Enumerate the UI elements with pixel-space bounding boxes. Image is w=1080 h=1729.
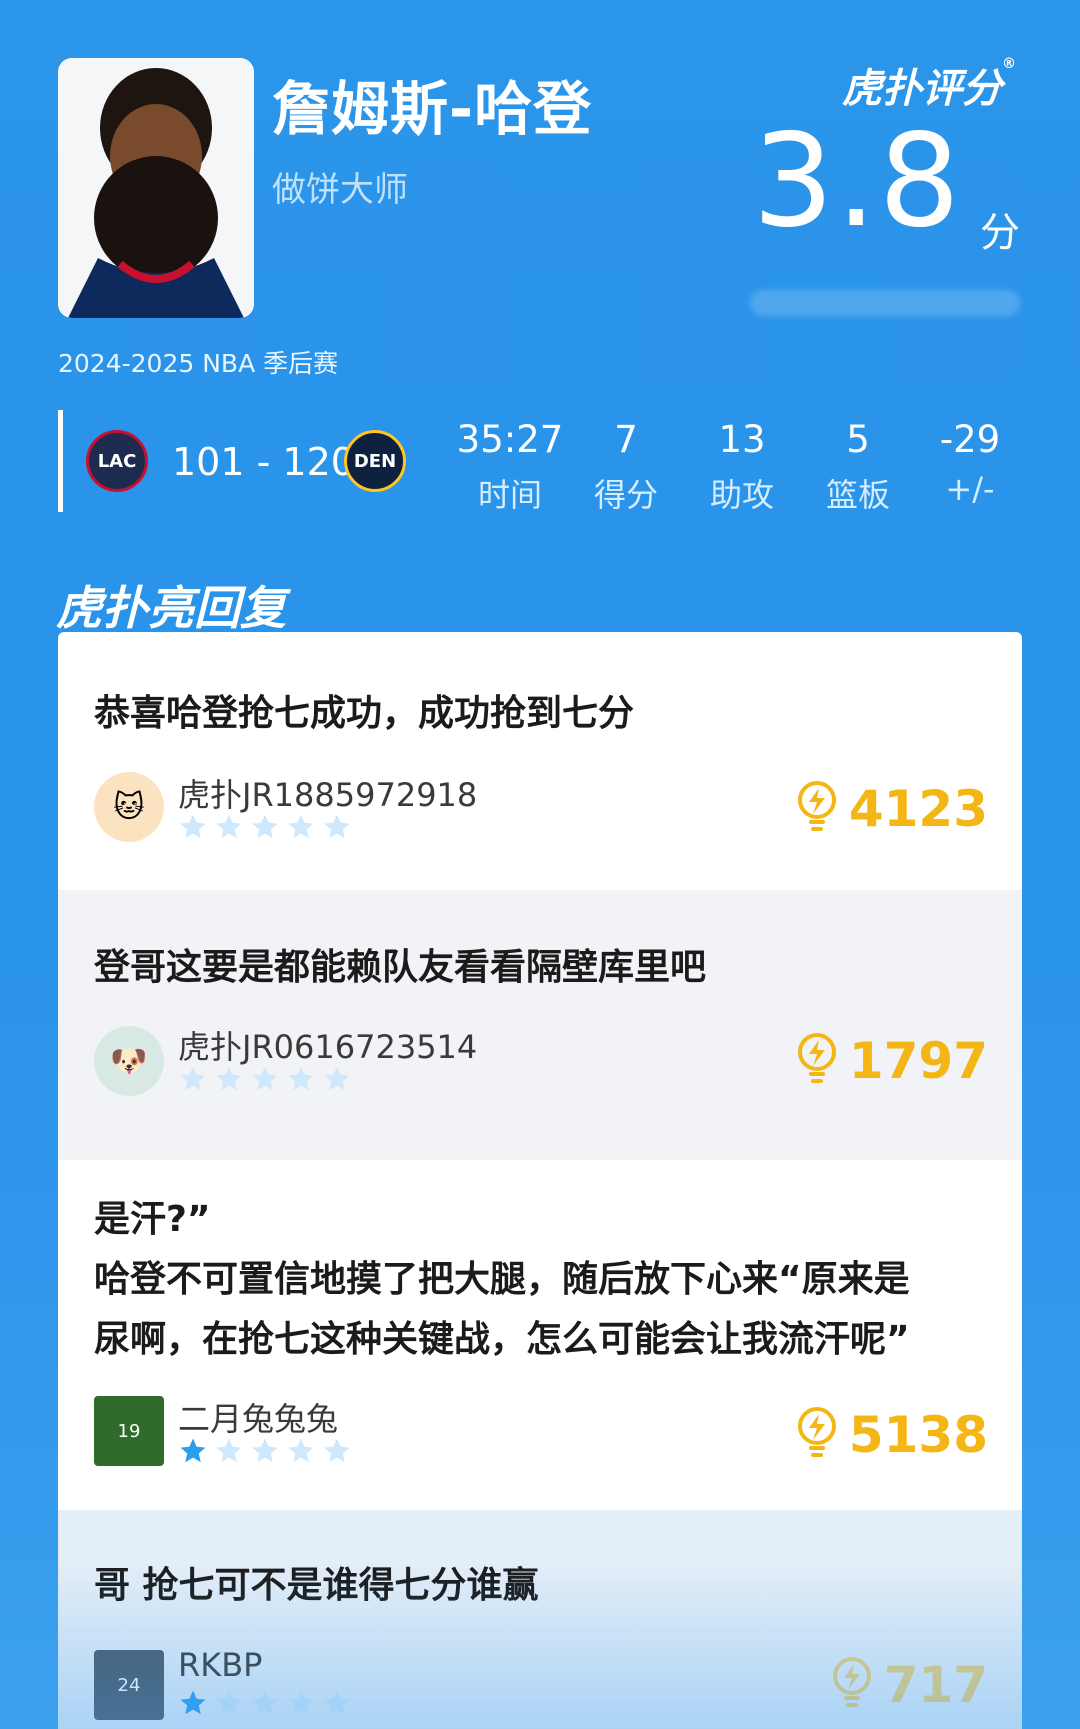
user-name[interactable]: RKBP xyxy=(178,1646,262,1684)
season-label: 2024-2025 NBA 季后赛 xyxy=(58,349,339,378)
like-count: 717 xyxy=(883,1656,988,1714)
star-rating xyxy=(178,1064,352,1094)
lightbulb-icon xyxy=(830,1656,874,1714)
like-button[interactable]: 1797 xyxy=(795,1032,988,1090)
player-nickname: 做饼大师 xyxy=(272,170,408,210)
lightbulb-icon xyxy=(795,1032,839,1090)
star-rating xyxy=(178,1436,352,1466)
star-icon xyxy=(288,814,314,839)
star-icon xyxy=(216,1690,242,1715)
user-avatar[interactable]: 24 xyxy=(94,1650,164,1720)
star-icon xyxy=(180,1066,206,1091)
star-icon xyxy=(216,1066,242,1091)
stat-points-value: 7 xyxy=(614,418,638,461)
stat-plusminus-label: +/- xyxy=(945,470,995,508)
star-icon xyxy=(288,1438,314,1463)
user-name[interactable]: 虎扑JR0616723514 xyxy=(178,1022,477,1068)
star-icon xyxy=(252,1438,278,1463)
user-avatar[interactable]: 🐶 xyxy=(94,1026,164,1096)
star-icon xyxy=(216,814,242,839)
lightbulb-icon xyxy=(795,780,839,838)
section-title: 虎扑亮回复 xyxy=(56,581,286,635)
like-count: 5138 xyxy=(848,1406,988,1464)
lightbulb-icon xyxy=(795,1406,839,1464)
star-icon xyxy=(324,1066,350,1091)
comment-text-line: 哈登不可置信地摸了把大腿，随后放下心来“原来是 xyxy=(94,1259,910,1300)
star-icon xyxy=(252,1690,278,1715)
away-team-logo[interactable]: DEN xyxy=(344,430,406,492)
rating-score: 3.8 xyxy=(752,107,962,256)
star-icon xyxy=(252,1066,278,1091)
star-icon xyxy=(216,1438,242,1463)
player-photo xyxy=(58,58,254,318)
star-icon xyxy=(180,1438,206,1463)
star-icon xyxy=(324,1690,350,1715)
home-team-logo[interactable]: LAC xyxy=(86,430,148,492)
like-button[interactable]: 717 xyxy=(830,1656,988,1714)
user-avatar[interactable]: 19 xyxy=(94,1396,164,1466)
user-name[interactable]: 虎扑JR1885972918 xyxy=(178,770,477,816)
like-button[interactable]: 4123 xyxy=(795,780,988,838)
comment-card[interactable]: 是汗?” 哈登不可置信地摸了把大腿，随后放下心来“原来是 尿啊，在抢七这种关键战… xyxy=(58,1160,1022,1510)
comment-text-line: 尿啊，在抢七这种关键战，怎么可能会让我流汗呢” xyxy=(94,1319,910,1360)
like-count: 4123 xyxy=(848,780,988,838)
star-icon xyxy=(288,1690,314,1715)
user-avatar[interactable]: 🐱 xyxy=(94,772,164,842)
comment-text: 登哥这要是都能赖队友看看隔壁库里吧 xyxy=(94,947,707,988)
stat-plusminus-value: -29 xyxy=(939,418,1001,461)
star-icon xyxy=(324,814,350,839)
like-button[interactable]: 5138 xyxy=(795,1406,988,1464)
rating-unit: 分 xyxy=(980,210,1020,256)
match-divider xyxy=(58,410,63,512)
stat-rebounds-value: 5 xyxy=(846,418,870,461)
like-count: 1797 xyxy=(848,1032,988,1090)
stat-assists-value: 13 xyxy=(718,418,766,461)
star-rating xyxy=(178,812,352,842)
star-icon xyxy=(180,814,206,839)
stat-minutes-label: 时间 xyxy=(477,476,542,514)
rating-bar xyxy=(750,290,1020,316)
user-name[interactable]: 二月兔兔兔 xyxy=(178,1394,338,1440)
comment-card[interactable]: 登哥这要是都能赖队友看看隔壁库里吧 🐶 虎扑JR0616723514 1797 xyxy=(58,890,1022,1160)
star-icon xyxy=(324,1438,350,1463)
brand-logo: 虎扑评分® xyxy=(842,56,1016,112)
comment-card[interactable]: 恭喜哈登抢七成功，成功抢到七分 🐱 虎扑JR1885972918 4123 xyxy=(58,632,1022,890)
comment-text-line: 是汗?” xyxy=(94,1199,211,1240)
star-rating xyxy=(178,1688,352,1718)
stat-assists-label: 助攻 xyxy=(709,476,774,514)
match-score: 101 - 120 xyxy=(172,440,355,484)
star-icon xyxy=(252,814,278,839)
stat-minutes-value: 35:27 xyxy=(456,418,564,461)
star-icon xyxy=(288,1066,314,1091)
comment-card[interactable]: 哥 抢七可不是谁得七分谁赢 24 RKBP 717 xyxy=(58,1510,1022,1729)
player-name: 詹姆斯-哈登 xyxy=(272,75,593,143)
stat-rebounds-label: 篮板 xyxy=(825,476,890,514)
comment-text: 恭喜哈登抢七成功，成功抢到七分 xyxy=(94,693,635,734)
stat-points-label: 得分 xyxy=(593,476,658,514)
star-icon xyxy=(180,1690,206,1715)
comment-text: 哥 抢七可不是谁得七分谁赢 xyxy=(94,1565,539,1606)
